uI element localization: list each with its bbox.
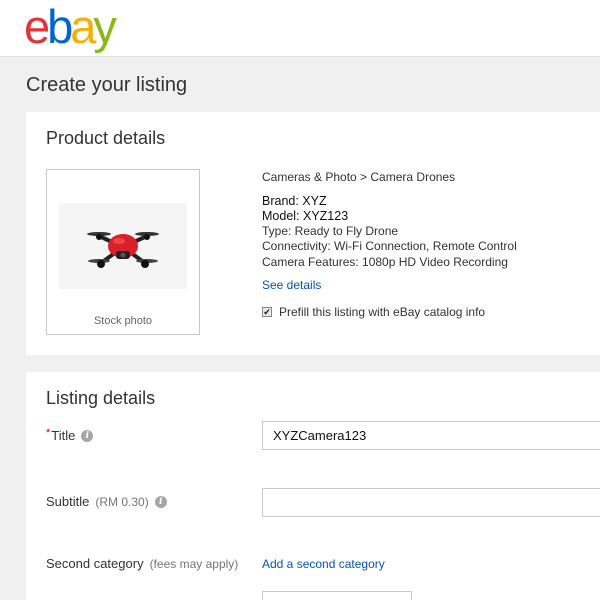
ebay-logo[interactable]: ebay bbox=[24, 0, 117, 53]
title-input[interactable] bbox=[262, 421, 600, 450]
required-marker: * bbox=[46, 426, 51, 439]
stock-photo[interactable]: Stock photo bbox=[46, 169, 200, 335]
second-category-note: (fees may apply) bbox=[149, 556, 239, 571]
drone-image bbox=[59, 203, 187, 289]
info-icon[interactable]: i bbox=[81, 429, 94, 442]
second-category-label: Second category bbox=[46, 556, 144, 571]
info-icon[interactable]: i bbox=[154, 495, 167, 508]
listing-details-card: Listing details * Title i Subtitle (RM 0… bbox=[26, 372, 600, 600]
spec-brand: Brand: XYZ bbox=[262, 194, 327, 208]
subtitle-label-row: Subtitle (RM 0.30) i bbox=[46, 494, 167, 509]
page-title: Create your listing bbox=[26, 74, 188, 96]
second-category-label-row: Second category (fees may apply) bbox=[46, 556, 238, 571]
title-label: Title bbox=[51, 428, 76, 443]
spec-camera-features: Camera Features: 1080p HD Video Recordin… bbox=[262, 255, 508, 269]
category-path: Cameras & Photo > Camera Drones bbox=[262, 170, 456, 184]
prefill-option[interactable]: ✔ Prefill this listing with eBay catalog… bbox=[262, 305, 485, 319]
logo-letter-b: b bbox=[47, 0, 73, 53]
drone-icon bbox=[87, 232, 159, 268]
photo-caption: Stock photo bbox=[93, 315, 153, 327]
logo-letter-y: y bbox=[93, 0, 116, 53]
subtitle-label: Subtitle bbox=[46, 494, 90, 509]
see-details-link[interactable]: See details bbox=[262, 278, 321, 292]
logo-letter-a: a bbox=[70, 0, 96, 53]
product-details-card: Product details Stock photo Cameras & Ph… bbox=[26, 112, 600, 355]
add-second-category-link[interactable]: Add a second category bbox=[262, 557, 385, 571]
product-details-heading: Product details bbox=[46, 128, 166, 148]
subtitle-input[interactable] bbox=[262, 488, 600, 517]
spec-model: Model: XYZ123 bbox=[262, 209, 349, 223]
listing-details-heading: Listing details bbox=[46, 388, 156, 408]
subtitle-fee: (RM 0.30) bbox=[95, 494, 149, 509]
prefill-checkbox[interactable]: ✔ bbox=[262, 307, 272, 317]
next-field-input[interactable] bbox=[262, 591, 412, 600]
prefill-label: Prefill this listing with eBay catalog i… bbox=[279, 305, 486, 319]
spec-type: Type: Ready to Fly Drone bbox=[262, 224, 399, 238]
top-bar: ebay bbox=[0, 0, 600, 57]
logo-letter-e: e bbox=[24, 0, 50, 53]
title-label-row: * Title i bbox=[46, 426, 94, 443]
spec-connectivity: Connectivity: Wi-Fi Connection, Remote C… bbox=[262, 239, 517, 253]
